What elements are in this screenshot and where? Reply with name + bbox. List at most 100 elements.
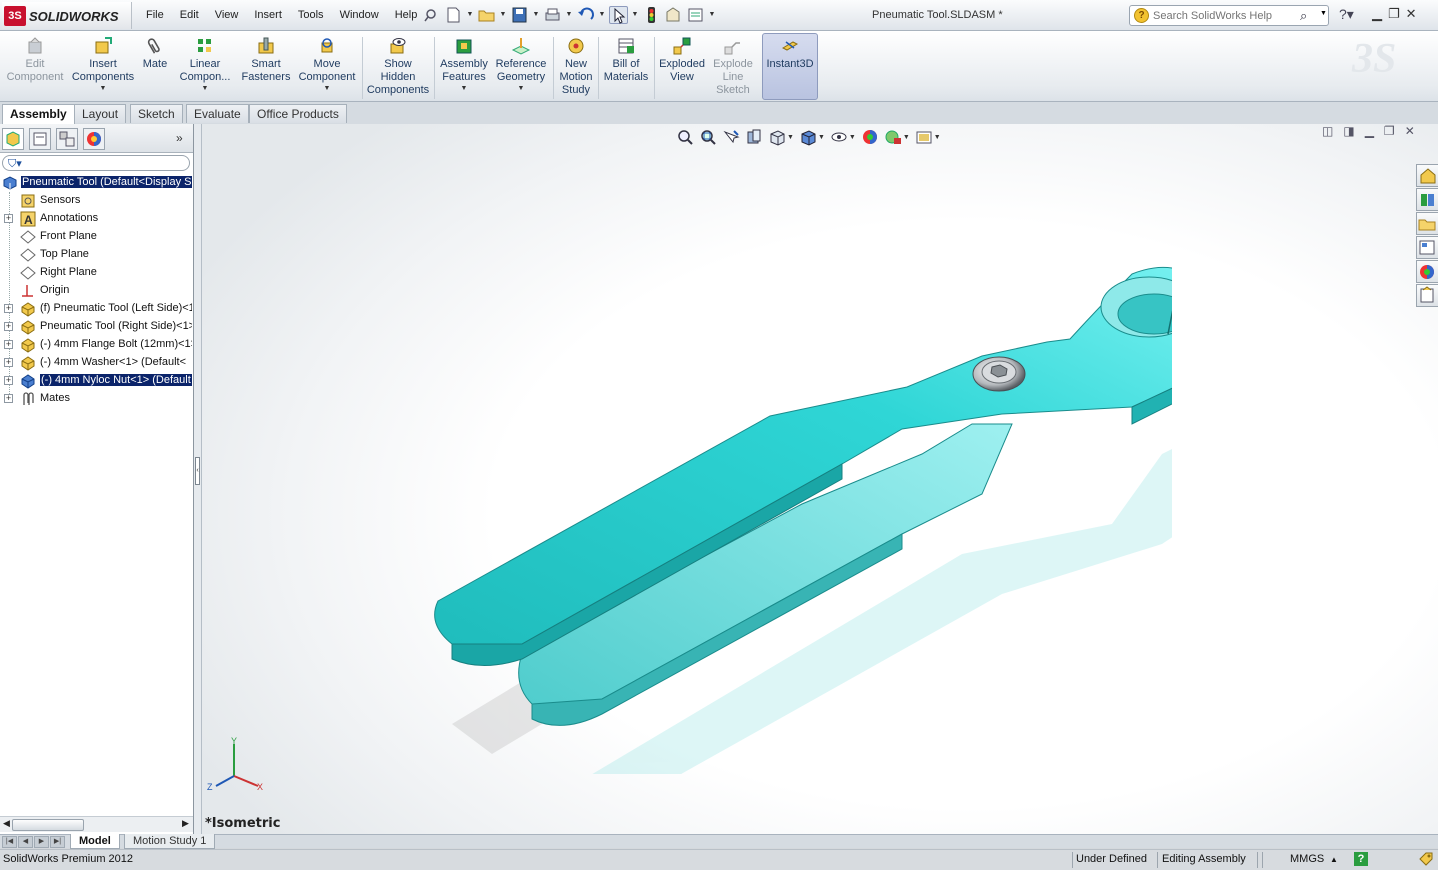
viewport-minimize-icon[interactable]: ▁	[1365, 124, 1374, 138]
section-view-icon[interactable]	[745, 128, 763, 146]
instant3d-button[interactable]: Instant3D	[762, 33, 818, 100]
exploded-view-button[interactable]: Exploded View	[657, 34, 707, 100]
view-palette-tab[interactable]	[1416, 236, 1438, 259]
units-up-arrow-icon[interactable]: ▲	[1330, 855, 1338, 864]
viewport-tile-vertical-icon[interactable]: ◨	[1343, 124, 1354, 138]
scroll-left-icon[interactable]: ◀	[3, 818, 10, 829]
expand-toggle-icon[interactable]: +	[4, 394, 13, 403]
edit-component-button[interactable]: Edit Component	[4, 34, 66, 100]
tree-item-annotations[interactable]: + A Annotations	[0, 210, 193, 228]
tab-model[interactable]: Model	[70, 834, 120, 849]
scroll-thumb[interactable]	[12, 819, 84, 831]
undo-icon[interactable]	[576, 6, 595, 24]
pane-splitter[interactable]: ‹	[194, 124, 202, 834]
previous-view-icon[interactable]	[722, 128, 740, 146]
view-orientation-icon[interactable]	[768, 128, 786, 146]
expand-toggle-icon[interactable]: +	[4, 340, 13, 349]
new-dropdown-icon[interactable]: ▼	[466, 6, 474, 24]
save-dropdown-icon[interactable]: ▼	[532, 6, 540, 24]
save-icon[interactable]	[510, 6, 529, 24]
display-style-dropdown-icon[interactable]: ▼	[818, 134, 825, 141]
menu-help[interactable]: Help	[387, 9, 426, 21]
move-component-button[interactable]: Move Component ▼	[296, 34, 358, 100]
help-question-icon[interactable]: ?▾	[1339, 6, 1354, 23]
pin-menu-icon[interactable]	[422, 6, 441, 24]
apply-scene-icon[interactable]	[884, 128, 902, 146]
file-properties-icon[interactable]	[664, 6, 683, 24]
tree-item-right-side[interactable]: + Pneumatic Tool (Right Side)<1>	[0, 318, 193, 336]
menu-edit[interactable]: Edit	[172, 9, 207, 21]
viewport-tile-horizontal-icon[interactable]: ◫	[1322, 124, 1333, 138]
view-orientation-dropdown-icon[interactable]: ▼	[787, 134, 794, 141]
pliers-3d-model[interactable]	[352, 214, 1172, 774]
restore-icon[interactable]: ❐	[1388, 6, 1400, 22]
tree-filter-bar[interactable]: ⛉▾	[2, 155, 190, 171]
tab-evaluate[interactable]: Evaluate	[186, 104, 249, 123]
filter-funnel-icon[interactable]: ⛉▾	[8, 157, 22, 171]
expand-toggle-icon[interactable]: +	[4, 304, 13, 313]
tree-item-right-plane[interactable]: Right Plane	[0, 264, 193, 282]
apply-scene-dropdown-icon[interactable]: ▼	[903, 134, 910, 141]
appearances-scenes-tab[interactable]	[1416, 260, 1438, 283]
tree-item-flange-bolt[interactable]: + (-) 4mm Flange Bolt (12mm)<1>	[0, 336, 193, 354]
move-component-dropdown-icon[interactable]: ▼	[296, 84, 358, 93]
insert-components-button[interactable]: Insert Components ▼	[70, 34, 136, 100]
tree-root-assembly[interactable]: Pneumatic Tool (Default<Display S	[0, 174, 193, 192]
tree-item-left-side[interactable]: + (f) Pneumatic Tool (Left Side)<1	[0, 300, 193, 318]
next-tab-icon[interactable]: ▶	[34, 836, 49, 848]
search-input[interactable]	[1153, 8, 1301, 23]
design-library-tab[interactable]	[1416, 188, 1438, 211]
tree-item-mates[interactable]: + Mates	[0, 390, 193, 408]
status-help-icon[interactable]: ?	[1354, 852, 1368, 866]
menu-window[interactable]: Window	[332, 9, 387, 21]
open-dropdown-icon[interactable]: ▼	[499, 6, 507, 24]
view-settings-icon[interactable]	[915, 128, 933, 146]
expand-toggle-icon[interactable]: +	[4, 376, 13, 385]
mate-button[interactable]: Mate	[138, 34, 172, 100]
search-icon[interactable]: ⌕	[1300, 8, 1307, 24]
tree-item-top-plane[interactable]: Top Plane	[0, 246, 193, 264]
scroll-right-icon[interactable]: ▶	[182, 818, 189, 829]
first-tab-icon[interactable]: |◀	[2, 836, 17, 848]
configuration-manager-tab[interactable]	[56, 128, 78, 150]
explode-line-sketch-button[interactable]: Explode Line Sketch	[709, 34, 757, 100]
expand-panel-icon[interactable]: »	[176, 131, 183, 145]
tree-item-washer[interactable]: + (-) 4mm Washer<1> (Default<	[0, 354, 193, 372]
bill-of-materials-button[interactable]: Bill of Materials	[601, 34, 651, 100]
viewport-restore-icon[interactable]: ❐	[1384, 124, 1395, 138]
viewport-close-icon[interactable]: ✕	[1405, 124, 1415, 138]
tree-item-origin[interactable]: Origin	[0, 282, 193, 300]
solidworks-resources-tab[interactable]	[1416, 164, 1438, 187]
zoom-to-fit-icon[interactable]	[676, 128, 694, 146]
menu-view[interactable]: View	[207, 9, 247, 21]
file-explorer-tab[interactable]	[1416, 212, 1438, 235]
last-tab-icon[interactable]: ▶|	[50, 836, 65, 848]
insert-components-dropdown-icon[interactable]: ▼	[70, 84, 136, 93]
close-icon[interactable]: ✕	[1406, 6, 1417, 22]
tree-item-sensors[interactable]: Sensors	[0, 192, 193, 210]
solidworks-logo[interactable]: 3S SOLIDWORKS	[2, 2, 132, 29]
select-pointer-icon[interactable]	[609, 6, 628, 24]
prev-tab-icon[interactable]: ◀	[18, 836, 33, 848]
zoom-to-area-icon[interactable]	[699, 128, 717, 146]
hide-show-dropdown-icon[interactable]: ▼	[849, 134, 856, 141]
feature-manager-tab[interactable]	[2, 128, 24, 150]
reference-geometry-button[interactable]: Reference Geometry ▼	[493, 34, 549, 100]
rebuild-traffic-light-icon[interactable]	[642, 6, 661, 24]
tab-motion-study-1[interactable]: Motion Study 1	[124, 834, 216, 849]
hide-show-items-icon[interactable]	[830, 128, 848, 146]
tree-item-front-plane[interactable]: Front Plane	[0, 228, 193, 246]
expand-toggle-icon[interactable]: +	[4, 214, 13, 223]
linear-component-pattern-button[interactable]: Linear Compon... ▼	[174, 34, 236, 100]
minimize-icon[interactable]: ▁	[1372, 6, 1382, 22]
expand-toggle-icon[interactable]: +	[4, 322, 13, 331]
tree-horizontal-scrollbar[interactable]: ◀ ▶	[0, 816, 193, 832]
rebuild-tag-icon[interactable]	[1418, 851, 1434, 870]
show-hidden-components-button[interactable]: Show Hidden Components	[365, 34, 431, 100]
options-dropdown-icon[interactable]: ▼	[708, 6, 716, 24]
splitter-grip-icon[interactable]: ‹	[195, 457, 200, 485]
graphics-area[interactable]: ▼ ▼ ▼ ▼ ▼ ◫ ◨ ▁ ❐ ✕ Y X Z *Isometric	[202, 124, 1438, 834]
menu-tools[interactable]: Tools	[290, 9, 332, 21]
menu-insert[interactable]: Insert	[246, 9, 290, 21]
display-style-icon[interactable]	[799, 128, 817, 146]
